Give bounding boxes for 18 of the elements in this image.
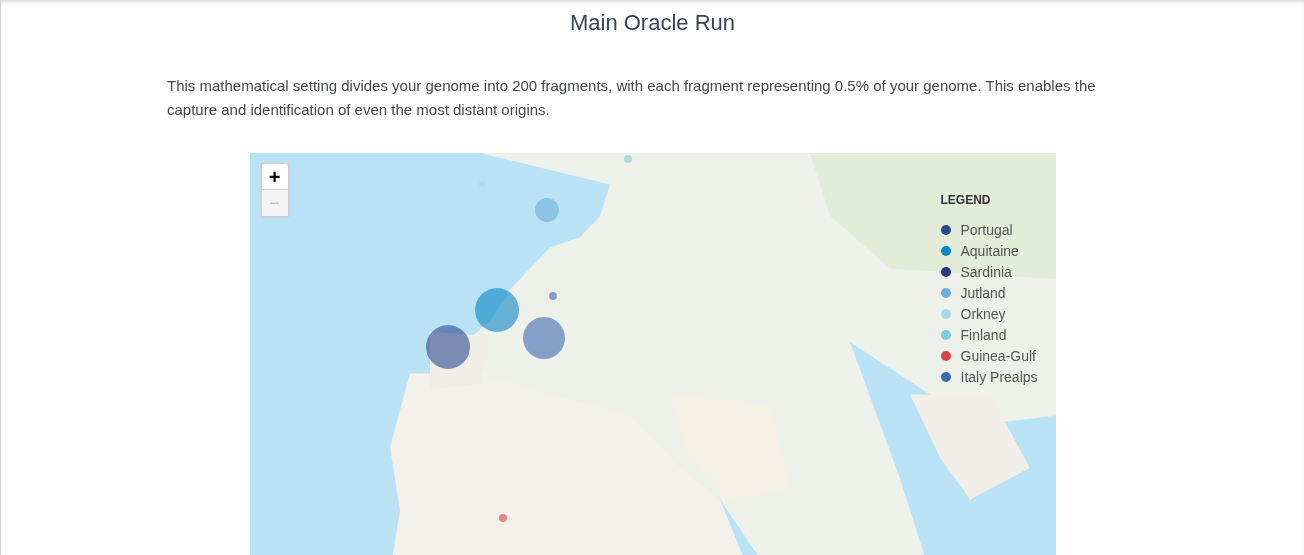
map-marker[interactable] bbox=[534, 198, 559, 222]
legend-label: Jutland bbox=[960, 283, 1006, 303]
legend-label: Sardinia bbox=[960, 262, 1012, 282]
legend-label: Portugal bbox=[960, 220, 1013, 240]
legend-label: Aquitaine bbox=[960, 241, 1019, 261]
legend-label: Finland bbox=[960, 325, 1007, 345]
page-title: Main Oracle Run bbox=[569, 9, 736, 37]
legend-title: LEGEND bbox=[940, 192, 992, 209]
map-marker[interactable] bbox=[474, 288, 519, 332]
legend-label: Orkney bbox=[960, 304, 1006, 324]
map-marker[interactable] bbox=[425, 325, 470, 369]
map-marker[interactable] bbox=[548, 292, 557, 300]
map-marker[interactable] bbox=[623, 155, 632, 163]
description: This mathematical setting divides your genome into 200 fragments, with each fragment representing 0.5% of your genome. This enables the capture and identification of even the most distant origins. bbox=[167, 76, 1097, 120]
map-marker[interactable] bbox=[522, 317, 565, 359]
legend-label: Guinea-Gulf bbox=[960, 346, 1036, 366]
map-marker[interactable] bbox=[498, 514, 507, 522]
legend-label: Italy Prealps bbox=[960, 367, 1038, 387]
